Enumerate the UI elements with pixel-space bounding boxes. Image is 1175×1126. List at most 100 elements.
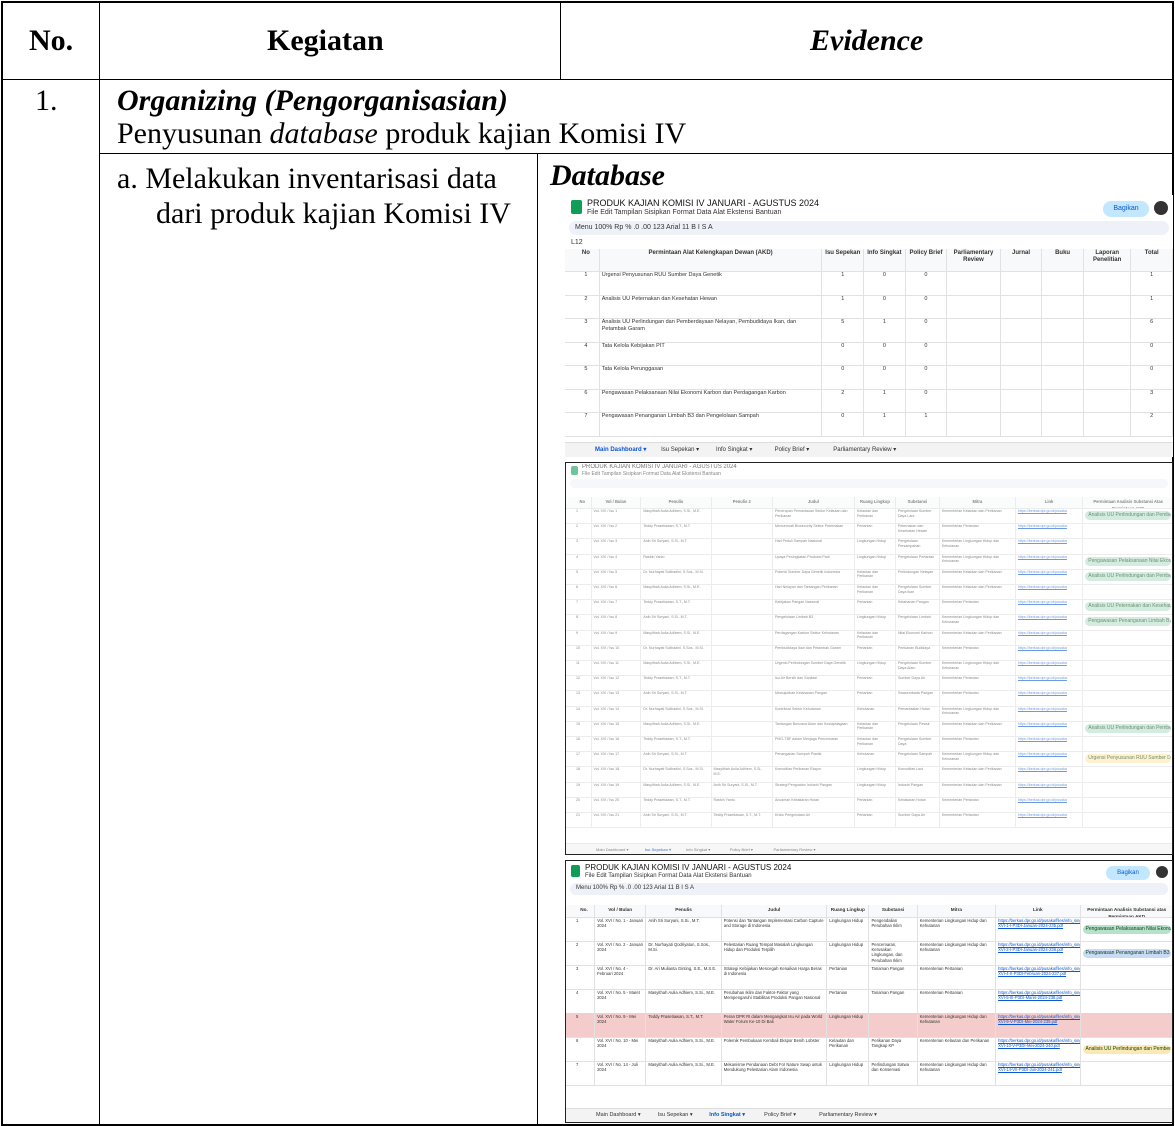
grid-cell [1042,365,1084,389]
grid-cell: 2 [573,294,600,318]
grid-cell [1084,412,1132,436]
sheet-tab-info-singkat[interactable]: Info Singkat ▾ [686,847,710,852]
grid-cell: Isu Air Bersih dan Sanitasi [773,675,855,691]
grid-cell: Mencermati Biosecurity Sektor Peternakan [773,523,855,539]
sheet-toolbar: Menu 100% Rp % .0 .00 123 Arial 11 B I S… [570,883,1168,895]
sheet-doc-title: PRODUK KAJIAN KOMISI IV JANUARI - AGUSTU… [585,863,792,872]
grid-cell: 15 [574,720,592,736]
sheet-tab-isu-sepekan[interactable]: Isu Sepekan ▾ [658,1112,693,1118]
grid-cell [1083,736,1172,751]
sheet-tab-main-dashboard[interactable]: Main Dashboard ▾ [596,1112,641,1118]
grid-cell: Kementerian Kelautan dan Perikanan [940,568,1016,584]
grid-cell: Pembudidaya Ikan dan Petambak Garam [773,644,855,660]
sheet-tab-parliamentary-review[interactable]: Parliamentary Review ▾ [819,1112,877,1118]
sheet-tab-isu-sepekan[interactable]: Isu Sepekan ▾ [661,446,699,453]
grid-cell: 0 [1131,341,1173,365]
table-row: 4 Tata Kelola Kebijakan PIT 0 0 0 0 [565,341,1173,366]
grid-cell: Vol. XVI / No. 10 - Mei 2024 [595,1037,647,1061]
grid-cell: Kementerian Lingkungan Hidup dan Kehutan… [940,751,1016,767]
grid-cell: 0 [823,365,865,389]
grid-cell [1001,318,1043,342]
grid-cell: Pertanian [855,796,896,812]
grid-cell: Hari Peduli Sampah Nasional [773,538,855,554]
grid-cell: Analisis UU Peternakan dan Kesehatan [1083,599,1172,614]
grid-cell [1001,412,1043,436]
grid-cell: Masyithah Aulia Adhiem, S.Si., M.E. [641,781,712,797]
grid-cell: Kelautan dan Perikanan [855,629,896,645]
grid-cell: Komoditas Laut [896,766,940,782]
grid-cell: Pengelolaan Sumber Daya [896,736,940,752]
grid-cell: Kementerian Pertanian [940,736,1016,752]
grid-cell [1001,388,1043,412]
grid-cell [1001,341,1043,365]
grid-cell: Kementerian Kelautan dan Perikanan [940,781,1016,797]
grid-cell: Anih Sri Suryani, S.Si., M.T. [641,538,712,554]
grid-cell: Kementerian Kelautan dan Perikanan [940,629,1016,645]
user-avatar [1154,201,1168,215]
grid-cell: Perlindungan Satwa dan Konservasi [869,1061,918,1085]
grid-cell: 0 [906,365,948,389]
grid-cell: Polemik Pembukaan Kembali Ekspor Benih L… [722,1037,828,1061]
grid-cell [712,705,773,721]
item-a-line2: dari produk kajian Komisi IV [156,197,511,230]
grid-cell: 3 [1131,388,1173,412]
grid-cell: Pencemaran, Kerusakan Lingkungan, dan Pe… [869,941,918,965]
grid-cell: Kementerian Pertanian [940,599,1016,615]
grid-cell [1083,690,1172,705]
grid-cell: Vol. XVI / Isu 4 [592,553,642,569]
table-row: 7 Pengawasan Penanganan Limbah B3 dan Pen… [565,412,1173,437]
grid-cell: https://berkas.dpr.go.id/pusaka/files/in… [996,989,1081,1013]
grid-header-cell: Jurnal [1001,249,1043,271]
grid-cell: Potensi dan Tantangan Implementasi Carbo… [722,917,828,941]
request-pill: Pengawasan Pelaksanaan Nilai Ekonomi [1085,556,1171,566]
sheet-tab-parliamentary-review[interactable]: Parliamentary Review ▾ [774,847,816,852]
grid-cell: Lingkungan Hidup [855,766,896,782]
grid-cell [712,675,773,691]
grid-cell: 0 [906,294,948,318]
screenshot-isu-sepekan: PRODUK KAJIAN KOMISI IV JANUARI - AGUSTU… [565,462,1173,855]
sheet-tab-policy-brief[interactable]: Policy Brief ▾ [775,446,810,453]
table-row: 14 Vol. XVI / Isu 14 Dr. Nurhayati Solihad… [566,705,1172,722]
grid-cell: https://berkas.dpr.go.id/pusaka [1016,538,1084,554]
grid-cell: https://berkas.dpr.go.id/pusaka [1016,720,1084,736]
grid-cell: Swasembada Pangan [896,690,940,706]
request-pill: Urgensi Penyusunan RUU Sumber Daya [1085,754,1171,764]
table-row: 4 Vol. XVI / Isu 4 Rasbin Yanto Upaya Penin… [566,553,1172,570]
grid-cell [947,388,1001,412]
sheet-tab-info-singkat[interactable]: Info Singkat ▾ [716,446,752,453]
grid-cell: Mewujudkan Ketahanan Pangan [773,690,855,706]
sheet-tab-policy-brief[interactable]: Policy Brief ▾ [764,1112,796,1118]
grid-cell: https://berkas.dpr.go.id/pusaka [1016,766,1084,782]
table-row: 1 Vol. XVI / Isu 1 Masyithah Aulia Adhiem,… [566,508,1172,525]
grid-cell: Masyithah Aulia Adhiem, S.Si., M.E. [641,584,712,600]
grid-cell: https://berkas.dpr.go.id/pusaka [1016,781,1084,797]
grid-cell [712,508,773,524]
sheet-tab-main-dashboard[interactable]: Main Dashboard ▾ [595,446,646,453]
sheet-tab-main-dashboard[interactable]: Main Dashboard ▾ [596,847,628,852]
grid-cell: Lingkungan Hidup [855,538,896,554]
grid-cell [1084,271,1132,295]
sheet-tab-info-singkat[interactable]: Info Singkat ▾ [709,1112,745,1118]
table-row: 20 Vol. XVI / Isu 20 Teddy Prasetiawan, S.… [566,796,1172,813]
grid-cell: Dr. Nurhayati Solihadini, S.Sos., M.Si. [641,705,712,721]
sheet-tab-isu-sepekan[interactable]: Isu Sepekan ▾ [645,847,671,852]
grid-cell: https://berkas.dpr.go.id/pusaka [1016,508,1084,524]
table-row: 2 Vol. XVI / No. 2 - Januari 2024 Dr. Nurh… [566,941,1172,966]
grid-cell: Pengelolaan Sampah [896,751,940,767]
grid-cell: PMO-TBF dalam Menjaga Pencemaran [773,736,855,752]
sheet-tab-parliamentary-review[interactable]: Parliamentary Review ▾ [833,446,896,453]
request-pill: Analisis UU Perlindungan dan Pemberdayaa… [1085,571,1171,581]
grid-cell: 0 [823,412,865,436]
grid-cell: Kementerian Pertanian [918,989,997,1013]
grid-cell: 1 [573,271,600,295]
grid-cell [1083,675,1172,690]
sheet-tab-policy-brief[interactable]: Policy Brief ▾ [730,847,753,852]
grid-cell: Ketahanan Pangan [896,599,940,615]
grid-cell: Vol. XVI / Isu 10 [592,644,642,660]
grid-cell: Kementerian Lingkungan Hidup dan Kehutan… [918,941,997,965]
grid-cell: Pengawasan Pelaksanaan Nilai Ekonomi [1083,554,1172,569]
share-button[interactable]: Bagikan [1103,201,1149,217]
grid-cell: Nilai Ekonomi Karbon [896,629,940,645]
grid-cell [1083,812,1172,827]
share-button[interactable]: Bagikan [1106,866,1150,880]
